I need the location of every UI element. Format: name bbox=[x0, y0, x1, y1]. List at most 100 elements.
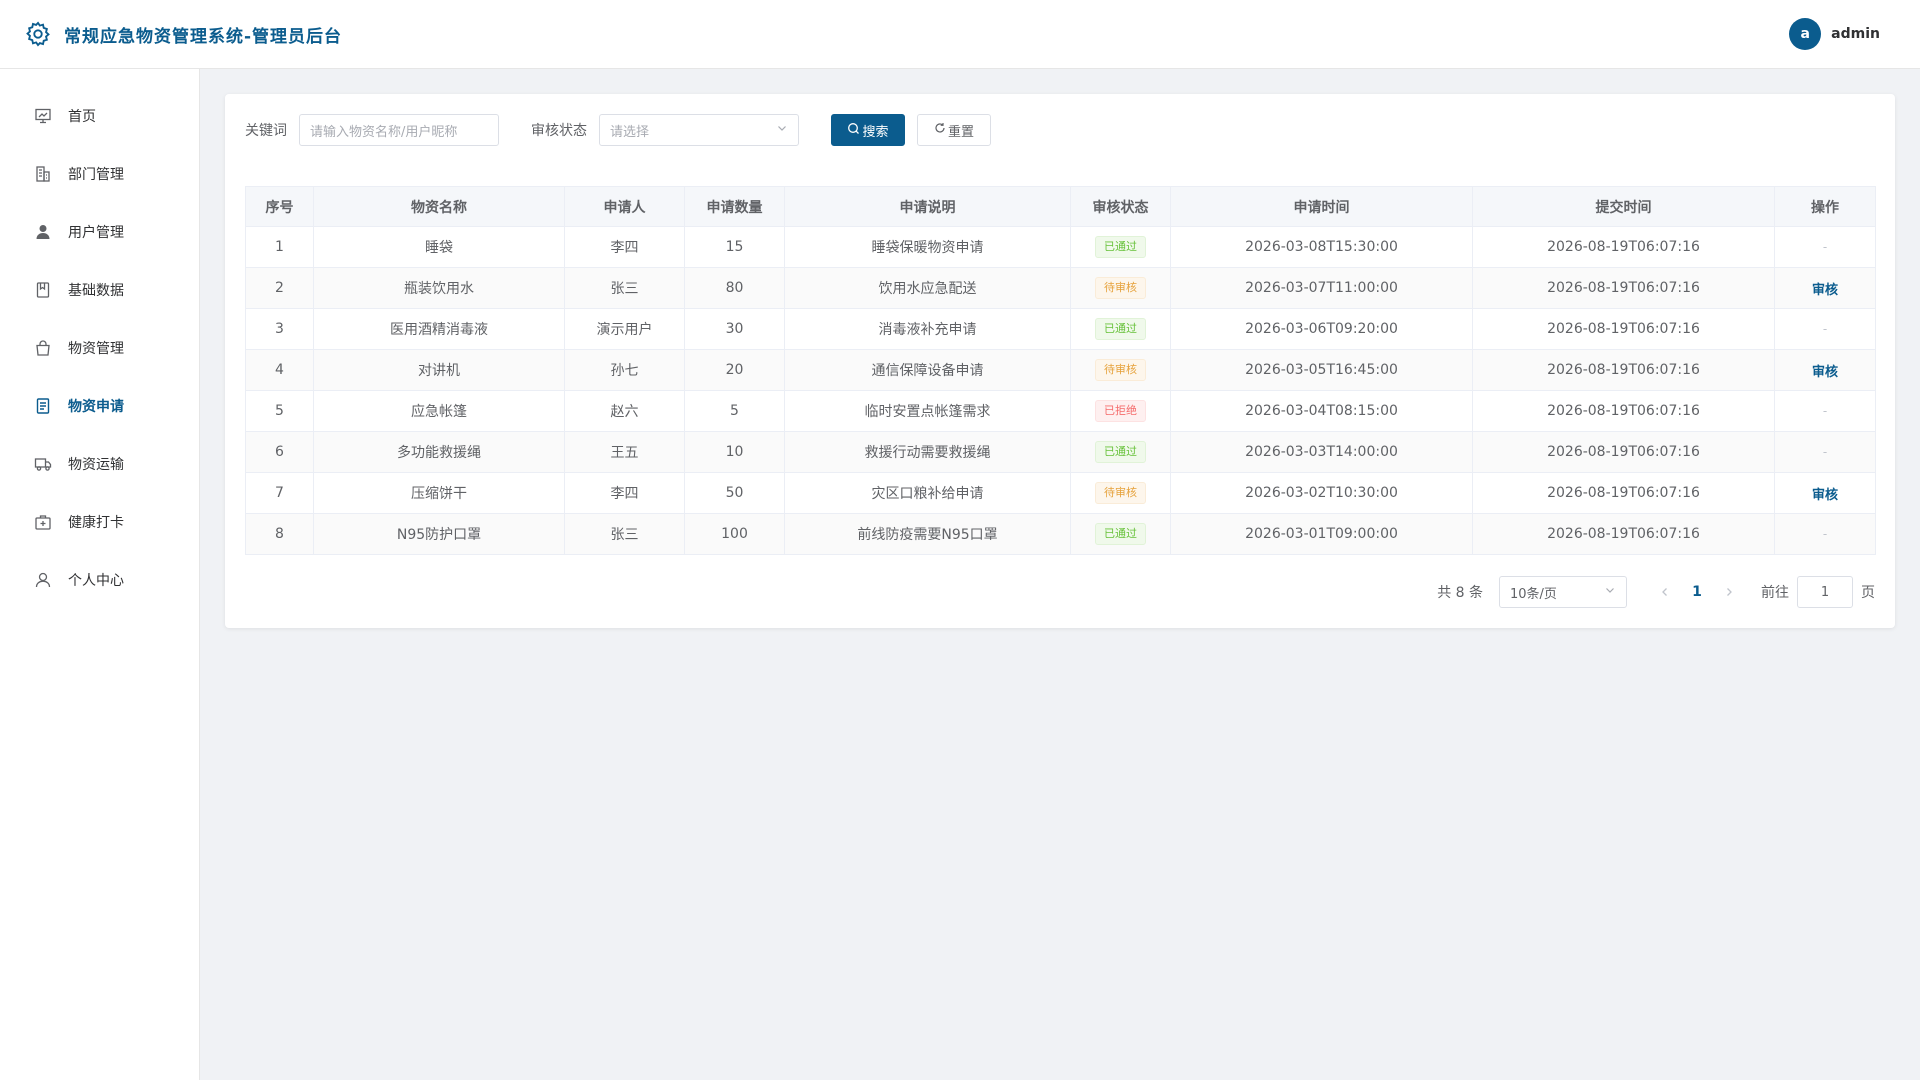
dashboard-icon bbox=[34, 107, 52, 125]
sidebar-item-departments[interactable]: 部门管理 bbox=[0, 145, 199, 203]
goto-page-input[interactable]: 1 bbox=[1797, 576, 1853, 608]
row-action-cell: - bbox=[1774, 513, 1876, 555]
sidebar-item-label: 健康打卡 bbox=[68, 515, 124, 531]
app-title: 常规应急物资管理系统-管理员后台 bbox=[64, 26, 343, 47]
sidebar: 首页 部门管理 用户管理 基础数据 物资管理 物资申请 物资运输 健康打卡 个人… bbox=[0, 69, 200, 1080]
status-badge: 已拒绝 bbox=[1095, 400, 1146, 422]
column-header: 提交时间 bbox=[1472, 186, 1775, 227]
sidebar-item-label: 物资申请 bbox=[68, 399, 124, 415]
status-badge: 待审核 bbox=[1095, 277, 1146, 299]
sidebar-item-materials[interactable]: 物资管理 bbox=[0, 319, 199, 377]
submit-time-cell: 2026-08-19T06:07:16 bbox=[1472, 472, 1775, 514]
no-action-placeholder: - bbox=[1822, 322, 1828, 336]
bag-icon bbox=[34, 339, 52, 357]
row-action-cell: - bbox=[1774, 226, 1876, 268]
submit-time-cell: 2026-08-19T06:07:16 bbox=[1472, 431, 1775, 473]
request-description-cell: 临时安置点帐篷需求 bbox=[784, 390, 1071, 432]
person-icon bbox=[34, 571, 52, 589]
status-select[interactable]: 请选择 bbox=[599, 114, 799, 146]
review-button[interactable]: 审核 bbox=[1812, 365, 1838, 380]
no-action-placeholder: - bbox=[1822, 445, 1828, 459]
next-page-button[interactable] bbox=[1715, 587, 1743, 597]
sidebar-item-label: 物资运输 bbox=[68, 457, 124, 473]
sidebar-item-label: 首页 bbox=[68, 109, 96, 125]
sidebar-item-transport[interactable]: 物资运输 bbox=[0, 435, 199, 493]
avatar[interactable]: a bbox=[1789, 18, 1822, 50]
table-row: 8 N95防护口罩 张三 100 前线防疫需要N95口罩 已通过 2026-03-01T09… bbox=[245, 513, 1876, 555]
column-header: 物资名称 bbox=[313, 186, 565, 227]
applicant-name-cell: 演示用户 bbox=[564, 308, 685, 350]
table-row: 3 医用酒精消毒液 演示用户 30 消毒液补充申请 已通过 2026-03-06T09:20… bbox=[245, 308, 1876, 350]
brand: 常规应急物资管理系统-管理员后台 bbox=[24, 20, 342, 48]
material-name-cell: 多功能救援绳 bbox=[313, 431, 565, 473]
row-index-cell: 6 bbox=[245, 431, 314, 473]
apply-time-cell: 2026-03-06T09:20:00 bbox=[1170, 308, 1473, 350]
request-quantity-cell: 10 bbox=[684, 431, 785, 473]
table-row: 4 对讲机 孙七 20 通信保障设备申请 待审核 2026-03-05T16:45:00 20… bbox=[245, 349, 1876, 391]
reset-button[interactable]: 重置 bbox=[917, 114, 991, 146]
sidebar-item-home[interactable]: 首页 bbox=[0, 87, 199, 145]
request-description-cell: 前线防疫需要N95口罩 bbox=[784, 513, 1071, 555]
sidebar-item-label: 用户管理 bbox=[68, 225, 124, 241]
status-placeholder: 请选择 bbox=[610, 124, 650, 140]
row-index-cell: 7 bbox=[245, 472, 314, 514]
gear-icon bbox=[24, 20, 52, 48]
sidebar-item-basic-data[interactable]: 基础数据 bbox=[0, 261, 199, 319]
sidebar-item-users[interactable]: 用户管理 bbox=[0, 203, 199, 261]
request-quantity-cell: 5 bbox=[684, 390, 785, 432]
material-name-cell: 睡袋 bbox=[313, 226, 565, 268]
table-header-row: 序号 物资名称 申请人 申请数量 申请说明 审核状态 申请时间 提交时间 操作 bbox=[245, 186, 1876, 227]
page-number-current[interactable]: 1 bbox=[1679, 584, 1715, 600]
submit-time-cell: 2026-08-19T06:07:16 bbox=[1472, 513, 1775, 555]
page-size-select[interactable]: 10条/页 bbox=[1499, 576, 1627, 608]
no-action-placeholder: - bbox=[1822, 404, 1828, 418]
search-button-label: 搜索 bbox=[862, 124, 889, 140]
review-status-cell: 已拒绝 bbox=[1070, 390, 1171, 432]
request-description-cell: 通信保障设备申请 bbox=[784, 349, 1071, 391]
row-action-cell: - bbox=[1774, 308, 1876, 350]
sidebar-item-profile[interactable]: 个人中心 bbox=[0, 551, 199, 609]
goto-label: 前往 bbox=[1761, 585, 1789, 601]
row-index-cell: 5 bbox=[245, 390, 314, 432]
keyword-input[interactable]: 请输入物资名称/用户昵称 bbox=[299, 114, 499, 146]
search-button[interactable]: 搜索 bbox=[831, 114, 905, 146]
applicant-name-cell: 赵六 bbox=[564, 390, 685, 432]
request-quantity-cell: 20 bbox=[684, 349, 785, 391]
prev-page-button[interactable] bbox=[1651, 587, 1679, 597]
review-status-cell: 已通过 bbox=[1070, 226, 1171, 268]
table-row: 6 多功能救援绳 王五 10 救援行动需要救援绳 已通过 2026-03-03T14:00:… bbox=[245, 431, 1876, 473]
total-count: 共 8 条 bbox=[1437, 585, 1483, 601]
user-menu[interactable]: a admin bbox=[1789, 18, 1880, 50]
row-action-cell: - bbox=[1774, 431, 1876, 473]
row-action-cell: 审核 bbox=[1774, 267, 1876, 309]
review-status-cell: 待审核 bbox=[1070, 472, 1171, 514]
status-badge: 已通过 bbox=[1095, 441, 1146, 463]
table-row: 2 瓶装饮用水 张三 80 饮用水应急配送 待审核 2026-03-07T11:00:00 2… bbox=[245, 267, 1876, 309]
material-name-cell: 对讲机 bbox=[313, 349, 565, 391]
apply-time-cell: 2026-03-05T16:45:00 bbox=[1170, 349, 1473, 391]
filter-bar: 关键词 请输入物资名称/用户昵称 审核状态 请选择 搜索 重置 bbox=[245, 114, 991, 146]
review-button[interactable]: 审核 bbox=[1812, 488, 1838, 503]
row-index-cell: 2 bbox=[245, 267, 314, 309]
status-badge: 待审核 bbox=[1095, 359, 1146, 381]
material-name-cell: 瓶装饮用水 bbox=[313, 267, 565, 309]
material-name-cell: 医用酒精消毒液 bbox=[313, 308, 565, 350]
no-action-placeholder: - bbox=[1822, 527, 1828, 541]
status-badge: 已通过 bbox=[1095, 318, 1146, 340]
column-header: 申请说明 bbox=[784, 186, 1071, 227]
column-header: 序号 bbox=[245, 186, 314, 227]
material-name-cell: 应急帐篷 bbox=[313, 390, 565, 432]
review-button[interactable]: 审核 bbox=[1812, 283, 1838, 298]
sidebar-item-material-requests[interactable]: 物资申请 bbox=[0, 377, 199, 435]
review-status-cell: 待审核 bbox=[1070, 267, 1171, 309]
request-quantity-cell: 100 bbox=[684, 513, 785, 555]
submit-time-cell: 2026-08-19T06:07:16 bbox=[1472, 349, 1775, 391]
top-header: 常规应急物资管理系统-管理员后台 a admin bbox=[0, 0, 1920, 69]
truck-icon bbox=[34, 455, 52, 473]
username[interactable]: admin bbox=[1831, 26, 1880, 42]
row-action-cell: 审核 bbox=[1774, 349, 1876, 391]
refresh-icon bbox=[934, 122, 948, 138]
sidebar-item-label: 基础数据 bbox=[68, 283, 124, 299]
sidebar-item-health-checkin[interactable]: 健康打卡 bbox=[0, 493, 199, 551]
pagination: 共 8 条 10条/页 1 前往 1 页 bbox=[1437, 576, 1875, 608]
